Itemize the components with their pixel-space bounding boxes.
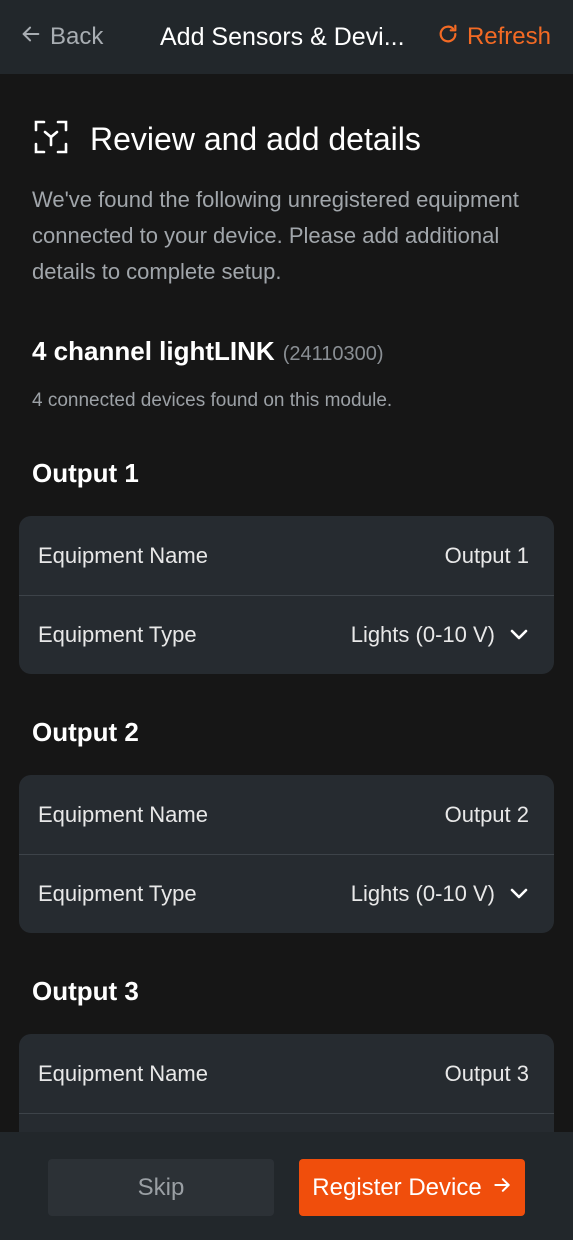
register-device-label: Register Device bbox=[312, 1173, 482, 1201]
chevron-down-icon bbox=[510, 888, 528, 899]
equipment-name-row[interactable]: Equipment Name Output 1 bbox=[19, 516, 554, 595]
scan-icon bbox=[32, 118, 70, 161]
refresh-button[interactable]: Refresh bbox=[437, 23, 551, 52]
register-device-button[interactable]: Register Device bbox=[299, 1159, 525, 1216]
module-heading: 4 channel lightLINK (24110300) bbox=[32, 336, 384, 367]
equipment-type-select[interactable]: Lights (0-10 V) bbox=[351, 881, 529, 907]
refresh-label: Refresh bbox=[466, 23, 551, 50]
equipment-name-row[interactable]: Equipment Name Output 2 bbox=[19, 775, 554, 854]
back-label: Back bbox=[50, 23, 104, 50]
equipment-name-label: Equipment Name bbox=[38, 801, 208, 827]
equipment-type-row[interactable]: Equipment Type Lights (0-10 V) bbox=[19, 854, 554, 933]
output-title: Output 1 bbox=[32, 458, 139, 488]
output-title: Output 2 bbox=[32, 717, 139, 747]
equipment-name-row[interactable]: Equipment Name Output 3 bbox=[19, 1034, 554, 1113]
top-app-bar: Back Add Sensors & Devi... Refresh bbox=[0, 0, 573, 74]
refresh-icon bbox=[437, 23, 459, 52]
app-root: Back Add Sensors & Devi... Refresh Revie… bbox=[0, 0, 573, 1240]
chevron-down-icon bbox=[510, 629, 528, 640]
output-card: Equipment Name Output 2 Equipment Type L… bbox=[19, 775, 554, 933]
equipment-type-value: Lights (0-10 V) bbox=[350, 881, 495, 906]
arrow-right-icon bbox=[492, 1174, 512, 1202]
output-card: Equipment Name Output 1 Equipment Type L… bbox=[19, 516, 554, 674]
output-title: Output 3 bbox=[32, 976, 139, 1006]
module-serial: (24110300) bbox=[282, 343, 384, 365]
skip-button[interactable]: Skip bbox=[48, 1159, 274, 1216]
equipment-type-label: Equipment Type bbox=[38, 881, 197, 906]
equipment-name-value[interactable]: Output 1 bbox=[445, 543, 529, 569]
section-title: Review and add details bbox=[90, 121, 421, 157]
back-button[interactable]: Back bbox=[20, 23, 103, 52]
equipment-name-label: Equipment Name bbox=[38, 542, 208, 568]
module-name: 4 channel lightLINK bbox=[32, 336, 275, 366]
section-header: Review and add details bbox=[32, 118, 421, 161]
equipment-type-value: Lights (0-10 V) bbox=[350, 622, 495, 647]
equipment-type-select[interactable]: Lights (0-10 V) bbox=[351, 622, 529, 648]
equipment-name-value[interactable]: Output 2 bbox=[445, 802, 529, 828]
equipment-type-row[interactable]: Equipment Type Lights (0-10 V) bbox=[19, 595, 554, 674]
page-title: Add Sensors & Devi... bbox=[160, 22, 405, 51]
arrow-left-icon bbox=[20, 23, 42, 52]
equipment-name-value[interactable]: Output 3 bbox=[445, 1061, 529, 1087]
intro-text: We've found the following unregistered e… bbox=[32, 187, 519, 284]
equipment-type-label: Equipment Type bbox=[38, 622, 197, 647]
equipment-name-label: Equipment Name bbox=[38, 1060, 208, 1086]
module-subtitle: 4 connected devices found on this module… bbox=[32, 390, 393, 411]
bottom-action-bar: Skip Register Device bbox=[0, 1132, 573, 1240]
